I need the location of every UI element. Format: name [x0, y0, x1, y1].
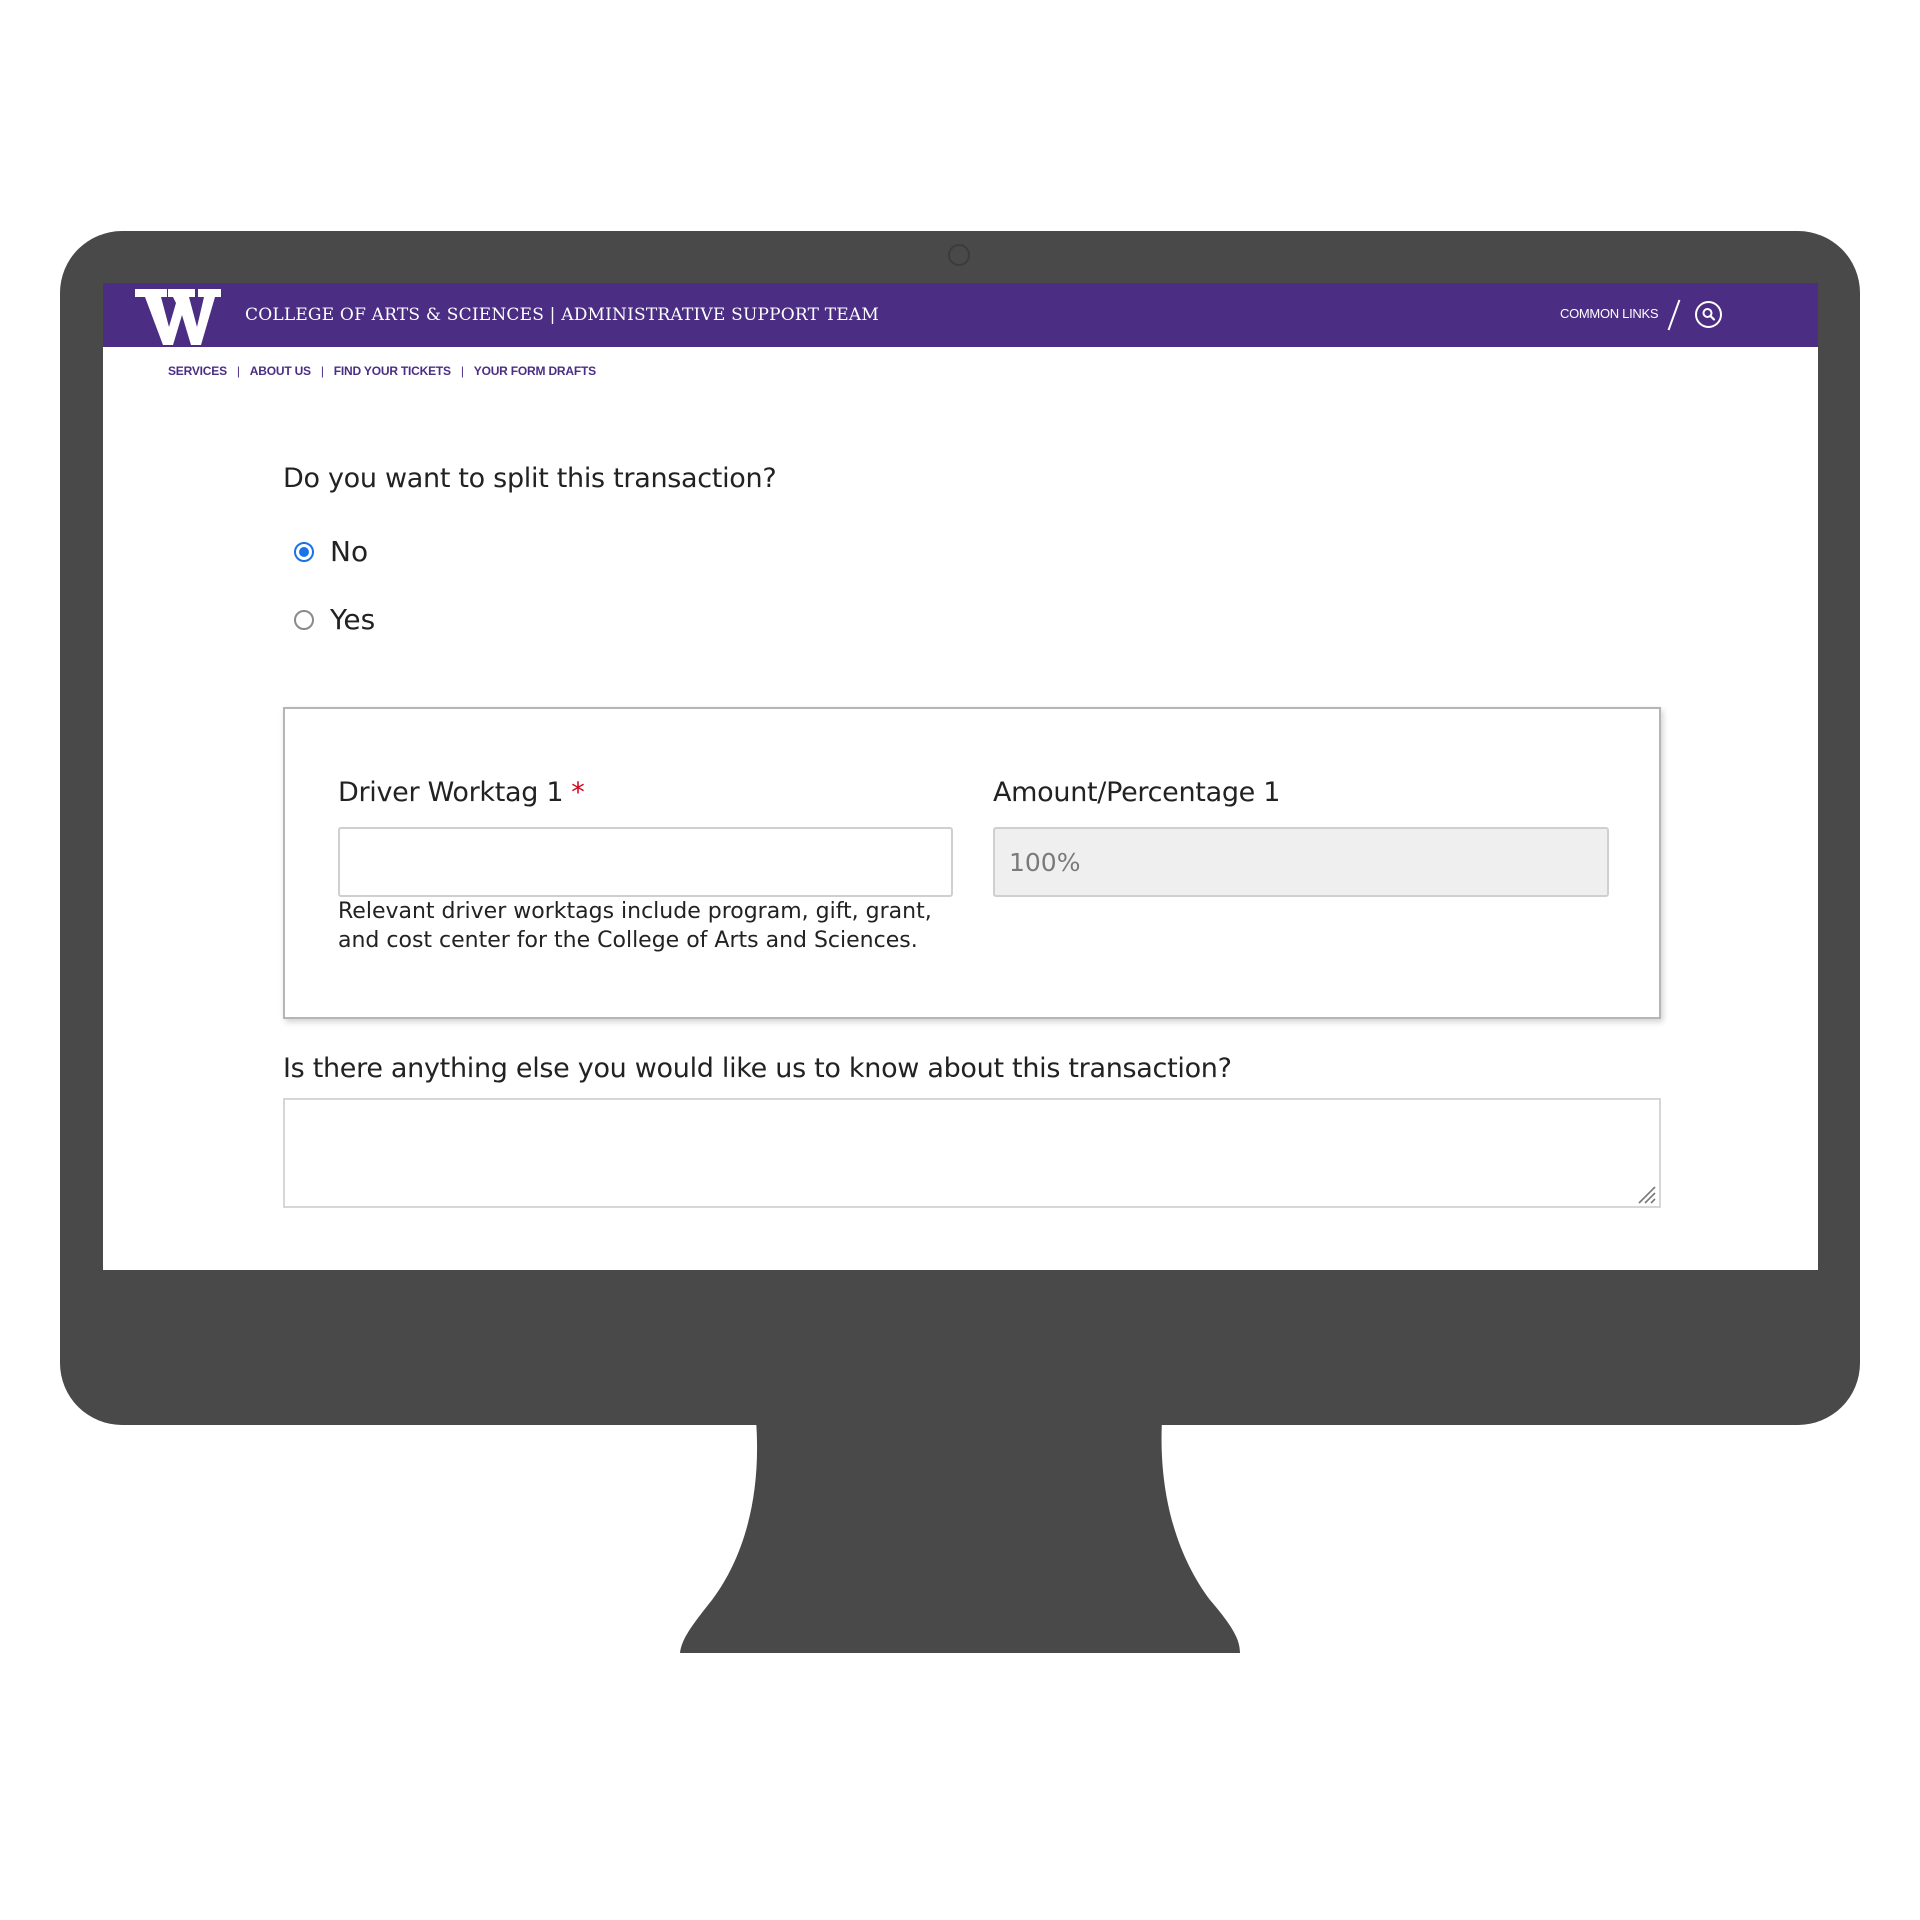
radio-button-selected[interactable]	[294, 541, 314, 562]
notes-question-label: Is there anything else you would like us…	[283, 1053, 1232, 1084]
driver-worktag-label-text: Driver Worktag 1	[338, 777, 564, 808]
driver-worktag-input[interactable]	[338, 827, 953, 897]
screen: COLLEGE OF ARTS & SCIENCES | ADMINISTRAT…	[103, 283, 1818, 1270]
common-links-link[interactable]: COMMON LINKS	[1560, 306, 1659, 321]
notes-textarea[interactable]	[283, 1098, 1661, 1208]
amount-percentage-label: Amount/Percentage 1	[993, 777, 1281, 808]
nav-services[interactable]: SERVICES	[168, 364, 227, 378]
required-marker: *	[571, 777, 585, 808]
radio-label-yes[interactable]: Yes	[330, 603, 375, 636]
resize-handle-icon[interactable]	[1635, 1183, 1657, 1205]
nav-separator: |	[236, 364, 240, 378]
divider-slash	[1667, 299, 1681, 331]
nav-your-form-drafts[interactable]: YOUR FORM DRAFTS	[474, 364, 596, 378]
radio-label-no[interactable]: No	[330, 535, 368, 568]
radio-button-unselected[interactable]	[294, 609, 314, 630]
driver-worktag-help-text: Relevant driver worktags include program…	[338, 899, 932, 953]
radio-option-yes[interactable]: Yes	[294, 603, 375, 636]
nav-find-your-tickets[interactable]: FIND YOUR TICKETS	[334, 364, 451, 378]
top-bar: COLLEGE OF ARTS & SCIENCES | ADMINISTRAT…	[103, 283, 1818, 347]
nav-about-us[interactable]: ABOUT US	[250, 364, 311, 378]
worktag-panel: Driver Worktag 1 * Relevant driver workta…	[283, 707, 1661, 1019]
driver-worktag-label: Driver Worktag 1 *	[338, 777, 585, 808]
amount-percentage-input[interactable]	[993, 827, 1609, 897]
sub-navigation: SERVICES | ABOUT US | FIND YOUR TICKETS …	[168, 364, 596, 378]
uw-w-logo[interactable]	[133, 287, 223, 347]
radio-option-no[interactable]: No	[294, 535, 368, 568]
nav-separator: |	[460, 364, 464, 378]
nav-separator: |	[320, 364, 324, 378]
search-icon[interactable]	[1695, 301, 1722, 328]
monitor-stand	[680, 1420, 1240, 1653]
site-title[interactable]: COLLEGE OF ARTS & SCIENCES | ADMINISTRAT…	[245, 305, 879, 325]
webcam	[948, 244, 970, 266]
split-question-label: Do you want to split this transaction?	[283, 463, 777, 494]
